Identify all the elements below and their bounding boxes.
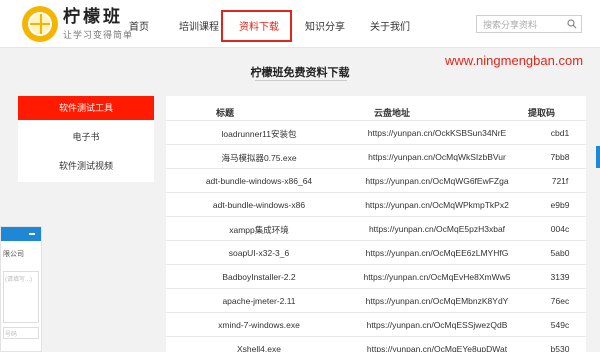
row-url-link[interactable]: https://yunpan.cn/OcMqEMbnzK8YdY	[362, 296, 512, 306]
row-url-link[interactable]: https://yunpan.cn/OckKSBSun34NrE	[362, 128, 512, 138]
table-row: Xshell4.exe https://yunpan.cn/OcMqEYe8up…	[166, 336, 586, 352]
search-input[interactable]: 搜索分享资料	[476, 15, 582, 33]
row-code: cbd1	[550, 128, 570, 138]
row-title: xmind-7-windows.exe	[218, 320, 300, 330]
row-title: xampp集成环境	[229, 225, 289, 235]
row-title: adt-bundle-windows-x86	[212, 200, 306, 210]
row-code: e9b9	[550, 200, 570, 210]
nav-knowledge[interactable]: 知识分享	[305, 18, 345, 33]
widget-header	[1, 227, 41, 241]
site-url-watermark: www.ningmengban.com	[445, 53, 584, 68]
phone-field[interactable]: 号码	[3, 327, 39, 339]
row-code: 76ec	[550, 296, 570, 306]
message-textarea[interactable]: (请填写...)	[3, 271, 39, 323]
column-header-code: 提取码	[528, 108, 556, 118]
search-icon[interactable]	[567, 19, 577, 29]
brand-tagline: 让学习变得简单	[63, 30, 134, 40]
row-code: 004c	[550, 224, 570, 234]
downloads-table: 标题 云盘地址 提取码 loadrunner11安装包 https://yunp…	[166, 96, 586, 352]
row-code: b530	[550, 344, 570, 352]
lemon-logo-icon[interactable]	[22, 6, 58, 42]
nav-home[interactable]: 首页	[129, 18, 149, 33]
table-row: soapUI-x32-3_6 https://yunpan.cn/OcMqEE6…	[166, 240, 586, 264]
table-row: adt-bundle-windows-x86_64 https://yunpan…	[166, 168, 586, 192]
brand-name: 柠檬班	[63, 7, 123, 26]
row-url-link[interactable]: https://yunpan.cn/OcMqWkSIzbBVur	[362, 152, 512, 162]
table-row: xampp集成环境 https://yunpan.cn/OcMqE5pzH3xb…	[166, 216, 586, 240]
message-placeholder: (请填写...)	[5, 277, 32, 283]
row-title: 海马模拟器0.75.exe	[221, 153, 297, 163]
row-url-link[interactable]: https://yunpan.cn/OcMqEYe8upDWat	[362, 344, 512, 352]
row-url-link[interactable]: https://yunpan.cn/OcMqESSjwezQdB	[362, 320, 512, 330]
column-header-title: 标题	[216, 108, 235, 118]
table-row: xmind-7-windows.exe https://yunpan.cn/Oc…	[166, 312, 586, 336]
table-row: adt-bundle-windows-x86 https://yunpan.cn…	[166, 192, 586, 216]
widget-company-text: 限公司	[3, 251, 24, 258]
row-title: BadboyInstaller-2.2	[222, 272, 296, 282]
title-divider	[255, 80, 347, 81]
row-title: adt-bundle-windows-x86_64	[205, 176, 313, 186]
row-code: 5ab0	[550, 248, 570, 258]
search-placeholder: 搜索分享资料	[483, 20, 538, 30]
minimize-icon[interactable]	[29, 233, 35, 235]
phone-placeholder: 号码	[5, 332, 18, 338]
row-title: soapUI-x32-3_6	[228, 248, 290, 258]
category-sidebar: 软件测试工具 电子书 软件测试视频	[18, 96, 154, 182]
site-header: 柠檬班 让学习变得简单 首页 培训课程 资料下载 知识分享 关于我们 搜索分享资…	[0, 0, 600, 48]
row-code: 549c	[550, 320, 570, 330]
row-code: 721f	[551, 176, 569, 186]
nav-about[interactable]: 关于我们	[370, 18, 410, 33]
row-url-link[interactable]: https://yunpan.cn/OcMqWPkmpTkPx2	[362, 200, 512, 210]
contact-widget: 限公司 (请填写...) 号码	[0, 226, 42, 352]
column-header-url: 云盘地址	[374, 108, 411, 118]
row-url-link[interactable]: https://yunpan.cn/OcMqE5pzH3xbaf	[362, 224, 512, 234]
side-scroll-tab[interactable]	[596, 146, 600, 168]
table-row: apache-jmeter-2.11 https://yunpan.cn/OcM…	[166, 288, 586, 312]
table-row: BadboyInstaller-2.2 https://yunpan.cn/Oc…	[166, 264, 586, 288]
row-url-link[interactable]: https://yunpan.cn/OcMqEE6zLMYHfG	[362, 248, 512, 258]
sidebar-item-ebooks[interactable]: 电子书	[18, 125, 154, 149]
sidebar-item-test-tools[interactable]: 软件测试工具	[18, 96, 154, 120]
brand[interactable]: 柠檬班 让学习变得简单	[63, 8, 133, 41]
table-row: loadrunner11安装包 https://yunpan.cn/OckKSB…	[166, 120, 586, 144]
row-title: loadrunner11安装包	[221, 129, 297, 139]
row-title: Xshell4.exe	[237, 344, 281, 352]
row-code: 3139	[550, 272, 570, 282]
nav-downloads[interactable]: 资料下载	[239, 18, 279, 33]
row-title: apache-jmeter-2.11	[222, 296, 296, 306]
row-url-link[interactable]: https://yunpan.cn/OcMqWG6fEwFZga	[362, 176, 512, 186]
sidebar-item-test-videos[interactable]: 软件测试视频	[18, 154, 154, 178]
table-row: 海马模拟器0.75.exe https://yunpan.cn/OcMqWkSI…	[166, 144, 586, 168]
row-url-link[interactable]: https://yunpan.cn/OcMqEvHe8XmWw5	[362, 272, 512, 282]
row-code: 7bb8	[550, 152, 570, 162]
nav-courses[interactable]: 培训课程	[179, 18, 219, 33]
